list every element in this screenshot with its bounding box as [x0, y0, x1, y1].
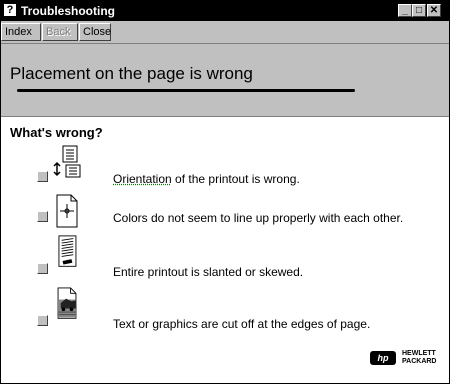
window-title: Troubleshooting [21, 4, 115, 18]
title-bar[interactable]: ? Troubleshooting _ □ ✕ [1, 1, 449, 21]
color-alignment-icon [56, 194, 78, 228]
back-button[interactable]: Back [42, 23, 78, 41]
title-underline [17, 89, 355, 92]
skewed-page-icon [58, 235, 77, 267]
orientation-link[interactable]: Orientation [113, 172, 172, 186]
topic-header: Placement on the page is wrong [1, 44, 449, 117]
logo-line-2: PACKARD [402, 358, 437, 365]
toolbar: Index Back Close [1, 21, 449, 44]
close-button[interactable]: Close [79, 23, 111, 41]
page-title: Placement on the page is wrong [10, 64, 253, 83]
index-button[interactable]: Index [1, 23, 41, 41]
cutoff-page-icon [57, 287, 77, 319]
option-text-skewed: Entire printout is slanted or skewed. [113, 265, 304, 279]
logo-line-1: HEWLETT [402, 350, 436, 357]
logo-text: HEWLETT PACKARD [402, 350, 436, 366]
option-button-skewed[interactable] [37, 263, 48, 274]
section-heading: What's wrong? [10, 125, 103, 140]
orientation-icon [53, 145, 81, 178]
option-text-cutoff: Text or graphics are cut off at the edge… [113, 317, 371, 331]
hewlett-packard-logo: hp HEWLETT PACKARD [370, 350, 442, 366]
close-label: Close [83, 26, 112, 38]
maximize-button[interactable]: □ [412, 4, 426, 17]
option-text: of the printout is wrong. [171, 172, 300, 186]
minimize-button[interactable]: _ [398, 4, 412, 17]
option-text-orientation: Orientation of the printout is wrong. [113, 172, 300, 186]
option-button-cutoff[interactable] [37, 315, 48, 326]
back-label: Back [46, 26, 71, 38]
hp-logo-icon: hp [370, 351, 396, 365]
close-window-button[interactable]: ✕ [427, 4, 441, 17]
index-label: Index [5, 26, 32, 38]
option-button-colors[interactable] [37, 211, 48, 222]
option-button-orientation[interactable] [37, 171, 48, 182]
help-icon[interactable]: ? [4, 4, 16, 16]
help-window: ? Troubleshooting _ □ ✕ Index Back Close… [0, 0, 450, 384]
option-text-colors: Colors do not seem to line up properly w… [113, 211, 404, 225]
